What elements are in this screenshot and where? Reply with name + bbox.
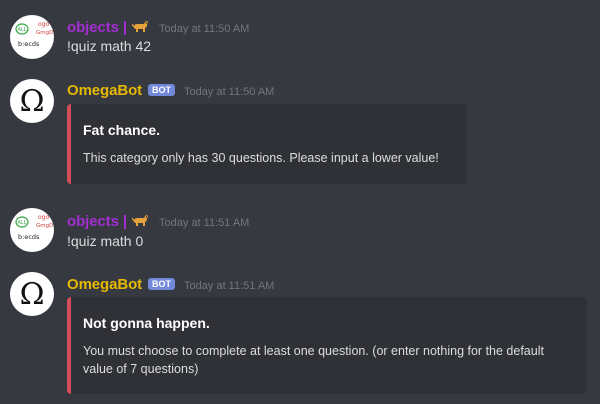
bot-avatar[interactable]: Ω xyxy=(10,272,54,316)
scrawl-2: ogo xyxy=(38,214,49,221)
bot-tag: BOT xyxy=(148,278,176,290)
message-timestamp: Today at 11:51 AM xyxy=(159,217,250,229)
embed-description-line-1: You must choose to complete at least one… xyxy=(83,344,544,358)
omega-glyph: Ω xyxy=(20,277,45,312)
message-content: !quiz math 0 xyxy=(67,233,144,249)
message-header: OmegaBot BOT Today at 11:50 AM xyxy=(67,82,274,99)
scrawl-1: ALL xyxy=(18,220,27,226)
scrawl-2: ogo xyxy=(38,21,49,28)
author-name[interactable]: OmegaBot xyxy=(67,82,142,99)
omega-glyph: Ω xyxy=(20,84,45,119)
dog-icon xyxy=(131,212,150,228)
embed-title: Not gonna happen. xyxy=(83,315,210,331)
scrawl-4: b:ecds xyxy=(18,233,40,241)
author-name[interactable]: objects xyxy=(67,213,119,230)
scrawl-avatar-icon: ALL ogo GmgD b:ecds xyxy=(15,214,53,241)
scrawl-avatar-icon: ALL ogo GmgD b:ecds xyxy=(15,21,53,48)
bot-avatar[interactable]: Ω xyxy=(10,79,54,123)
message-timestamp: Today at 11:51 AM xyxy=(184,280,275,292)
scrawl-4: b:ecds xyxy=(18,40,40,48)
dog-icon xyxy=(131,18,150,34)
author-name[interactable]: OmegaBot xyxy=(67,276,142,293)
author-name[interactable]: objects xyxy=(67,19,119,36)
embed-title: Fat chance. xyxy=(83,122,161,138)
author-separator: | xyxy=(122,19,128,36)
scrawl-3: GmgD xyxy=(36,30,53,36)
message-header: objects | Today at 11:50 AM xyxy=(67,16,249,36)
bot-tag: BOT xyxy=(148,84,176,96)
omega-icon: Ω xyxy=(20,84,45,119)
author-separator: | xyxy=(122,213,128,230)
user-avatar[interactable]: ALL ogo GmgD b:ecds xyxy=(10,208,54,252)
embed-description-line-2: value of 7 questions) xyxy=(83,362,199,376)
scrawl-3: GmgD xyxy=(36,223,53,229)
message-header: objects | Today at 11:51 AM xyxy=(67,210,249,230)
message-timestamp: Today at 11:50 AM xyxy=(159,23,250,35)
omega-icon: Ω xyxy=(20,277,45,312)
scrawl-1: ALL xyxy=(18,27,27,33)
embed-description: This category only has 30 questions. Ple… xyxy=(83,151,439,165)
embed: Fat chance. This category only has 30 qu… xyxy=(67,104,467,184)
user-avatar[interactable]: ALL ogo GmgD b:ecds xyxy=(10,15,54,59)
message-content: !quiz math 42 xyxy=(67,38,152,54)
embed: Not gonna happen. You must choose to com… xyxy=(67,297,587,394)
message-header: OmegaBot BOT Today at 11:51 AM xyxy=(67,276,274,293)
message-timestamp: Today at 11:50 AM xyxy=(184,86,275,98)
